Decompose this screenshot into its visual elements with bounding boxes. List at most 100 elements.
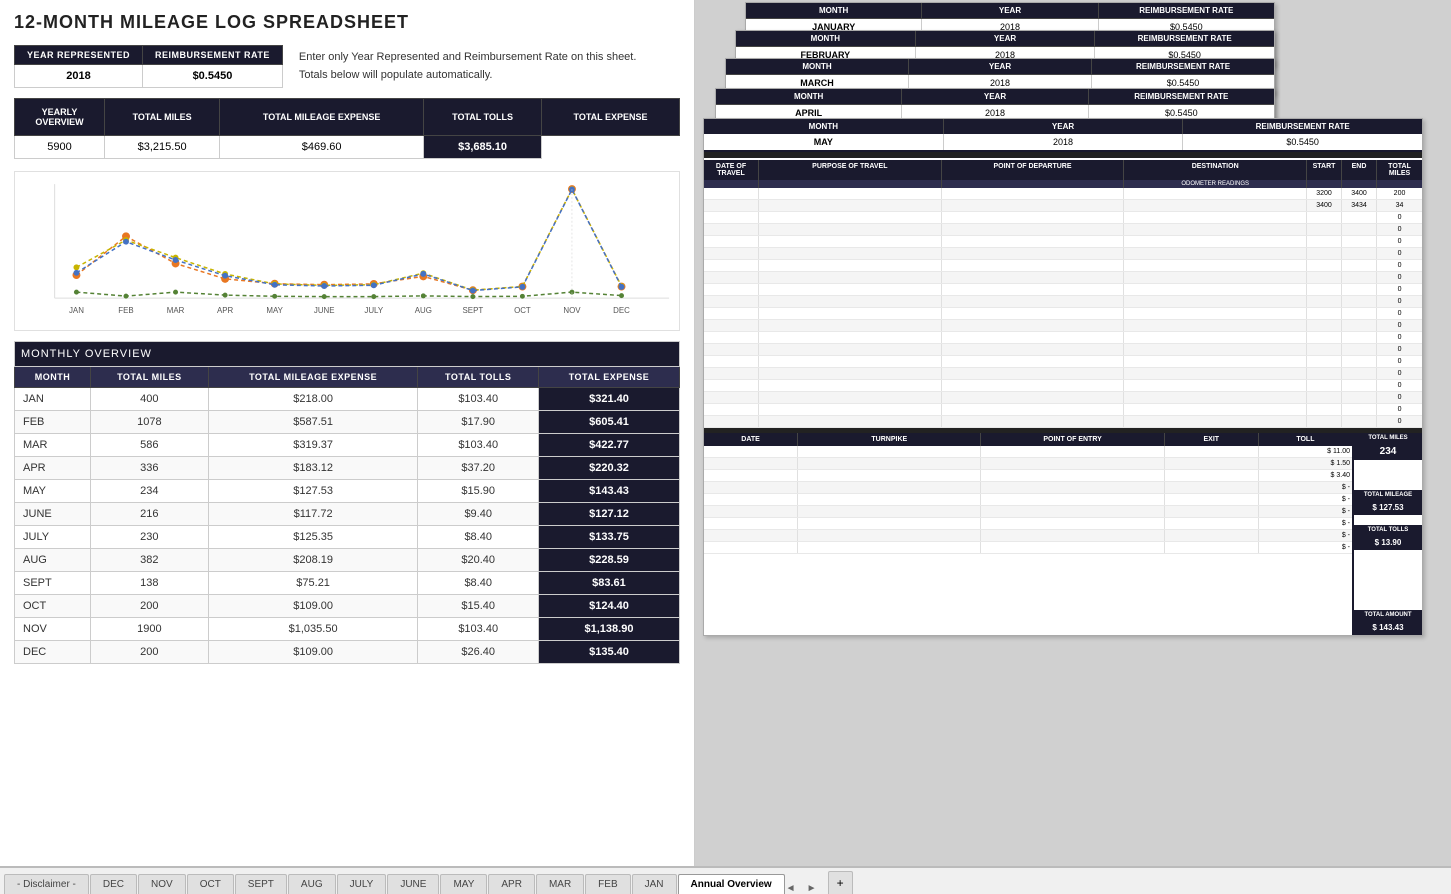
monthly-row10-col0: NOV (15, 618, 91, 641)
monthly-row10-col4: $1,138.90 (538, 618, 679, 641)
monthly-table-row: JAN400$218.00$103.40$321.40 (15, 388, 680, 411)
add-sheet-button[interactable]: + (828, 871, 853, 894)
yearly-col-tolls: TOTAL TOLLS (424, 99, 542, 136)
svg-text:AUG: AUG (415, 306, 432, 315)
reimb-value: $0.5450 (143, 65, 283, 88)
tab-july[interactable]: JULY (337, 874, 387, 894)
monthly-row8-col2: $75.21 (208, 572, 418, 595)
monthly-row4-col0: MAY (15, 480, 91, 503)
monthly-row1-col1: 1078 (90, 411, 208, 434)
svg-text:DEC: DEC (613, 306, 630, 315)
travel-h-purpose: PURPOSE OF TRAVEL (759, 160, 942, 180)
monthly-row8-col1: 138 (90, 572, 208, 595)
monthly-row4-col2: $127.53 (208, 480, 418, 503)
may-header-month: MONTH (704, 119, 944, 134)
right-panel: MONTH YEAR REIMBURSEMENT RATE JANUARY 20… (695, 0, 1451, 866)
travel-h-dest: DESTINATION (1124, 160, 1307, 180)
tab-feb[interactable]: FEB (585, 874, 630, 894)
monthly-row2-col4: $422.77 (538, 434, 679, 457)
tab-june[interactable]: JUNE (387, 874, 439, 894)
monthly-row4-col3: $15.90 (418, 480, 539, 503)
tab-bar: - Disclaimer -DECNOVOCTSEPTAUGJULYJUNEMA… (0, 866, 1451, 894)
monthly-row11-col0: DEC (15, 641, 91, 664)
year-header: YEAR REPRESENTED (15, 46, 143, 65)
monthly-row11-col1: 200 (90, 641, 208, 664)
tab-sept[interactable]: SEPT (235, 874, 287, 894)
svg-text:NOV: NOV (563, 306, 581, 315)
info-line2: Totals below will populate automatically… (299, 67, 637, 85)
monthly-table-row: MAR586$319.37$103.40$422.77 (15, 434, 680, 457)
header-month: MONTH (746, 3, 922, 18)
monthly-row6-col4: $133.75 (538, 526, 679, 549)
tab---disclaimer--[interactable]: - Disclaimer - (4, 874, 89, 894)
monthly-row11-col2: $109.00 (208, 641, 418, 664)
svg-text:OCT: OCT (514, 306, 531, 315)
yearly-miles: 5900 (15, 136, 105, 159)
monthly-table-row: NOV1900$1,035.50$103.40$1,138.90 (15, 618, 680, 641)
header-rate: REIMBURSEMENT RATE (1089, 89, 1274, 104)
monthly-row11-col4: $135.40 (538, 641, 679, 664)
monthly-table-row: JUNE216$117.72$9.40$127.12 (15, 503, 680, 526)
monthly-table-row: AUG382$208.19$20.40$228.59 (15, 549, 680, 572)
monthly-row8-col0: SEPT (15, 572, 91, 595)
header-month: MONTH (716, 89, 902, 104)
monthly-row4-col1: 234 (90, 480, 208, 503)
tab-jan[interactable]: JAN (632, 874, 677, 894)
sheet-nav2[interactable]: ► (807, 883, 827, 894)
monthly-row1-col4: $605.41 (538, 411, 679, 434)
main-content: 12-MONTH MILEAGE LOG SPREADSHEET YEAR RE… (0, 0, 1451, 866)
monthly-col-mileage: TOTAL MILEAGE EXPENSE (208, 367, 418, 388)
monthly-row9-col2: $109.00 (208, 595, 418, 618)
yearly-mileage: $3,215.50 (105, 136, 220, 159)
monthly-row9-col1: 200 (90, 595, 208, 618)
monthly-section-header: MONTHLY OVERVIEW (15, 342, 680, 367)
spreadsheet-container: 12-MONTH MILEAGE LOG SPREADSHEET YEAR RE… (0, 0, 1451, 894)
odometer-label: ODOMETER READINGS (1124, 180, 1307, 188)
may-val-month: MAY (704, 134, 944, 150)
svg-text:SEPT: SEPT (463, 306, 484, 315)
toll-section: DATE TURNPIKE POINT OF ENTRY EXIT TOLL $… (704, 433, 1352, 635)
monthly-row6-col3: $8.40 (418, 526, 539, 549)
monthly-row6-col2: $125.35 (208, 526, 418, 549)
svg-text:APR: APR (217, 306, 234, 315)
monthly-table-row: OCT200$109.00$15.40$124.40 (15, 595, 680, 618)
monthly-row8-col3: $8.40 (418, 572, 539, 595)
info-text: Enter only Year Represented and Reimburs… (299, 45, 637, 84)
tab-may[interactable]: MAY (440, 874, 487, 894)
monthly-col-expense: TOTAL EXPENSE (538, 367, 679, 388)
monthly-row5-col1: 216 (90, 503, 208, 526)
sheet-may: MONTH YEAR REIMBURSEMENT RATE MAY 2018 $… (703, 118, 1423, 636)
monthly-col-miles: TOTAL MILES (90, 367, 208, 388)
yearly-col-miles: TOTAL MILES (105, 99, 220, 136)
header-rate: REIMBURSEMENT RATE (1092, 59, 1274, 74)
tab-aug[interactable]: AUG (288, 874, 336, 894)
yearly-col-expense: TOTAL EXPENSE (542, 99, 680, 136)
left-panel: 12-MONTH MILEAGE LOG SPREADSHEET YEAR RE… (0, 0, 695, 866)
svg-text:JULY: JULY (364, 306, 383, 315)
travel-h-miles: TOTAL MILES (1377, 160, 1422, 180)
tab-nov[interactable]: NOV (138, 874, 186, 894)
info-line1: Enter only Year Represented and Reimburs… (299, 49, 637, 67)
monthly-row5-col2: $117.72 (208, 503, 418, 526)
tab-apr[interactable]: APR (488, 874, 535, 894)
tab-oct[interactable]: OCT (187, 874, 234, 894)
sheet-nav[interactable]: ◄ (786, 883, 806, 894)
tab-annual-overview[interactable]: Annual Overview (678, 874, 785, 894)
monthly-row9-col4: $124.40 (538, 595, 679, 618)
tab-dec[interactable]: DEC (90, 874, 137, 894)
monthly-row6-col1: 230 (90, 526, 208, 549)
monthly-row10-col3: $103.40 (418, 618, 539, 641)
monthly-row7-col0: AUG (15, 549, 91, 572)
reimb-header: REIMBURSEMENT RATE (143, 46, 283, 65)
yearly-col-mileage: TOTAL MILEAGE EXPENSE (220, 99, 424, 136)
monthly-row5-col0: JUNE (15, 503, 91, 526)
monthly-row6-col0: JULY (15, 526, 91, 549)
monthly-table-row: MAY234$127.53$15.90$143.43 (15, 480, 680, 503)
monthly-row7-col3: $20.40 (418, 549, 539, 572)
monthly-row2-col2: $319.37 (208, 434, 418, 457)
may-header-year: YEAR (944, 119, 1184, 134)
monthly-table-row: FEB1078$587.51$17.90$605.41 (15, 411, 680, 434)
monthly-row0-col4: $321.40 (538, 388, 679, 411)
sheet-stack: MONTH YEAR REIMBURSEMENT RATE JANUARY 20… (695, 0, 1451, 866)
tab-mar[interactable]: MAR (536, 874, 584, 894)
